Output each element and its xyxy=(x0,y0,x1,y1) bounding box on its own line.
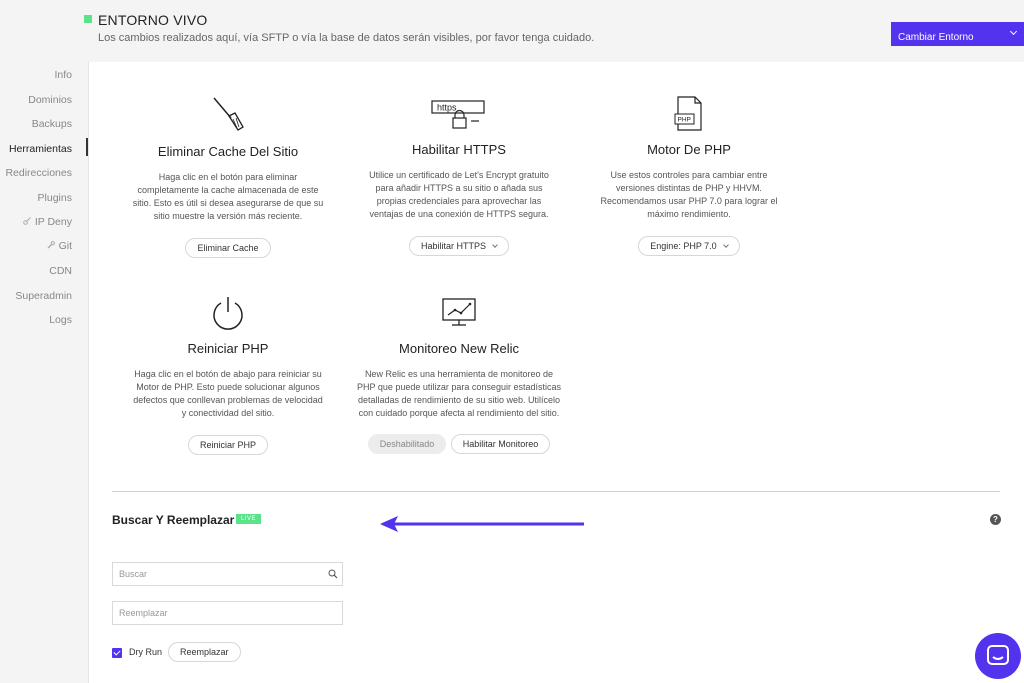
sidebar-item-label: Info xyxy=(54,69,72,81)
annotation-arrow-icon xyxy=(380,516,584,532)
broom-icon xyxy=(213,97,244,131)
sidebar-item-backups[interactable]: Backups xyxy=(32,118,72,130)
sidebar-item-label: Plugins xyxy=(37,192,72,204)
tool-title: Eliminar Cache Del Sitio xyxy=(157,144,299,159)
enable-monitoring-button[interactable]: Habilitar Monitoreo xyxy=(450,434,551,454)
tool-restart-php: Reiniciar PHP Haga clic en el botón de a… xyxy=(110,295,346,455)
enable-https-label: Habilitar HTTPS xyxy=(420,241,486,251)
tool-description: Use estos controles para cambiar entre v… xyxy=(600,170,778,219)
tool-enable-https: https Habilitar HTTPS Utilice un certifi… xyxy=(341,96,577,256)
change-environment-dropdown[interactable]: Cambiar Entorno xyxy=(891,22,1024,46)
sidebar-item-label: Backups xyxy=(31,118,72,130)
svg-text:https: https xyxy=(437,103,457,113)
chevron-down-icon xyxy=(492,242,498,248)
search-input[interactable] xyxy=(112,562,343,586)
tool-php-engine: PHP Motor De PHP Use estos controles par… xyxy=(571,96,807,256)
search-icon xyxy=(328,569,338,579)
sidebar-item-label: Git xyxy=(58,240,72,252)
tool-new-relic: Monitoreo New Relic New Relic es una her… xyxy=(341,295,577,454)
tool-description: Utilice un certificado de Let's Encrypt … xyxy=(369,170,549,219)
sidebar-item-label: Dominios xyxy=(28,94,72,106)
tool-description: New Relic es una herramienta de monitore… xyxy=(357,369,561,418)
https-lock-icon: https xyxy=(431,100,485,129)
replace-button[interactable]: Reemplazar xyxy=(168,642,241,662)
section-divider xyxy=(112,491,1000,492)
dry-run-checkbox[interactable] xyxy=(112,648,122,658)
sidebar-item-ip-deny[interactable]: IP Deny xyxy=(23,216,72,228)
new-relic-status-badge: Deshabilitado xyxy=(367,434,447,454)
sidebar-item-herramientas[interactable]: Herramientas xyxy=(9,143,72,155)
sidebar-item-superadmin[interactable]: Superadmin xyxy=(15,290,72,302)
monitor-chart-icon xyxy=(442,298,476,326)
wrench-icon xyxy=(47,241,55,249)
sidebar-item-label: Superadmin xyxy=(15,290,72,302)
search-replace-title: Buscar Y Reemplazar xyxy=(112,513,235,527)
chat-icon xyxy=(987,645,1009,665)
sidebar-item-label: Herramientas xyxy=(8,143,72,155)
sidebar-item-label: CDN xyxy=(49,265,72,277)
tool-title: Monitoreo New Relic xyxy=(399,341,519,356)
tool-title: Reiniciar PHP xyxy=(187,341,269,356)
power-icon xyxy=(213,297,243,330)
sidebar-item-plugins[interactable]: Plugins xyxy=(38,192,72,204)
tool-title: Habilitar HTTPS xyxy=(412,142,506,157)
sidebar-item-label: IP Deny xyxy=(34,216,72,228)
enable-https-dropdown[interactable]: Habilitar HTTPS xyxy=(408,236,509,256)
dry-run-label: Dry Run xyxy=(129,647,163,657)
sidebar-item-label: Redirecciones xyxy=(5,167,72,179)
sidebar-item-redirecciones[interactable]: Redirecciones xyxy=(5,167,72,179)
help-icon[interactable]: ? xyxy=(990,514,1001,525)
sidebar-item-dominios[interactable]: Dominios xyxy=(28,94,72,106)
key-icon xyxy=(23,217,31,225)
sidebar-item-label: Logs xyxy=(49,314,72,326)
sidebar-item-git[interactable]: Git xyxy=(47,240,72,252)
environment-subtitle: Los cambios realizados aquí, vía SFTP o … xyxy=(98,32,595,44)
tool-title: Motor De PHP xyxy=(647,142,731,157)
sidebar-item-cdn[interactable]: CDN xyxy=(49,265,72,277)
replace-input[interactable] xyxy=(112,601,343,625)
chevron-down-icon xyxy=(722,242,729,248)
php-engine-dropdown[interactable]: Engine: PHP 7.0 xyxy=(638,236,740,256)
php-engine-label: Engine: PHP 7.0 xyxy=(650,241,717,251)
chevron-down-icon xyxy=(1009,27,1018,36)
environment-title: ENTORNO VIVO xyxy=(98,12,208,28)
environment-header: ENTORNO VIVO Los cambios realizados aquí… xyxy=(0,0,1024,62)
live-status-dot xyxy=(84,15,92,23)
chat-support-button[interactable] xyxy=(975,633,1021,679)
sidebar-nav: Info Dominios Backups Herramientas Redir… xyxy=(0,62,88,683)
tool-description: Haga clic en el botón de abajo para rein… xyxy=(133,369,323,418)
sidebar-item-logs[interactable]: Logs xyxy=(49,314,72,326)
restart-php-button[interactable]: Reiniciar PHP xyxy=(187,435,269,455)
tool-clear-cache: Eliminar Cache Del Sitio Haga clic en el… xyxy=(110,96,346,258)
change-environment-label: Cambiar Entorno xyxy=(898,31,974,43)
php-file-icon: PHP xyxy=(674,96,702,131)
clear-cache-button[interactable]: Eliminar Cache xyxy=(185,238,271,258)
sidebar-item-info[interactable]: Info xyxy=(54,69,72,81)
svg-text:PHP: PHP xyxy=(678,117,691,124)
tool-description: Haga clic en el botón para eliminar comp… xyxy=(132,172,324,221)
live-badge: LIVE xyxy=(236,514,262,524)
